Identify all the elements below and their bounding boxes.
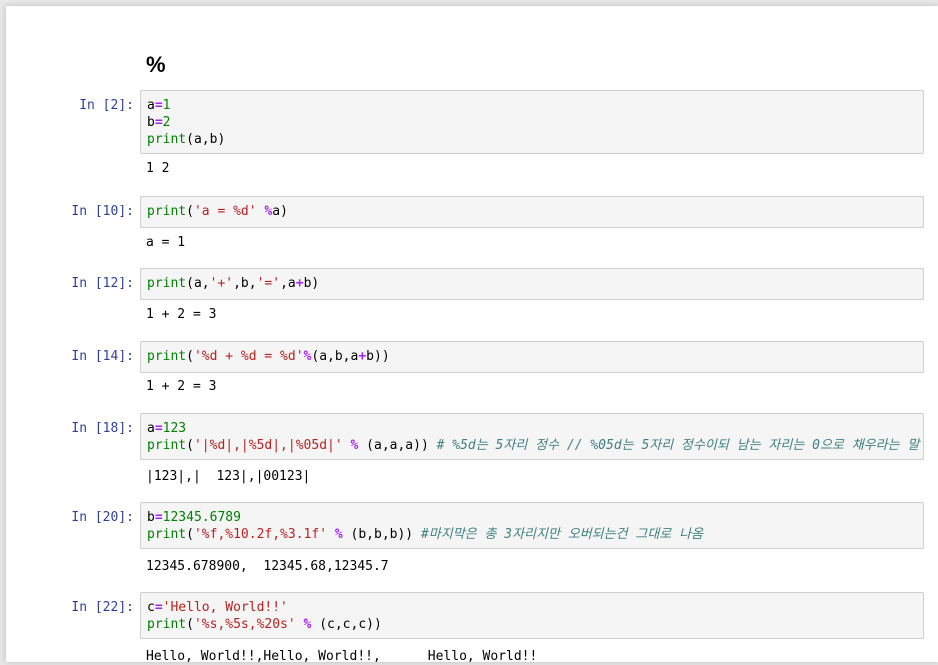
code-token: '%s,%5s,%20s'	[193, 617, 296, 632]
code-token: 12345.6789	[162, 510, 241, 525]
input-prompt: In [12]:	[71, 276, 134, 291]
cell-output: a = 1	[146, 235, 186, 250]
code-text[interactable]: c='Hello, World!!' print('%s,%5s,%20s' % …	[147, 599, 917, 633]
code-line: print('a = %d' %a)	[147, 203, 917, 220]
code-text[interactable]: b=12345.6789 print('%f,%10.2f,%3.1f' % (b…	[147, 509, 917, 543]
input-prompt: In [22]:	[71, 600, 134, 615]
input-prompt: In [20]:	[71, 510, 134, 525]
code-token: ,a	[280, 276, 296, 291]
code-token: '%f,%10.2f,%3.1f'	[193, 527, 328, 542]
code-text[interactable]: a=1 b=2 print(a,b)	[147, 97, 917, 148]
code-token: (a,	[186, 276, 210, 291]
code-token: '|%d|,|%5d|,|%05d|'	[193, 438, 343, 453]
code-token: '='	[256, 276, 281, 291]
code-token: +	[295, 276, 304, 291]
code-text[interactable]: print('%d + %d = %d'%(a,b,a+b))	[147, 348, 917, 365]
code-token: # %5d는 5자리 정수 // %05d는 5자리 정수이되 남는 자리는 0…	[436, 438, 920, 453]
code-token: b	[147, 510, 155, 525]
code-line: print('%s,%5s,%20s' % (c,c,c))	[147, 616, 917, 633]
code-token: b	[147, 115, 155, 130]
input-prompt: In [10]:	[71, 204, 134, 219]
code-line: print('%f,%10.2f,%3.1f' % (b,b,b)) #마지막은…	[147, 526, 917, 543]
code-input[interactable]: b=12345.6789 print('%f,%10.2f,%3.1f' % (b…	[140, 502, 924, 549]
cell-output: 12345.678900, 12345.68,12345.7	[146, 559, 389, 574]
code-token: b)	[303, 276, 320, 291]
code-token: =	[154, 510, 163, 525]
code-line: a=123	[147, 420, 917, 437]
code-token: print	[147, 617, 187, 632]
code-token: a)	[272, 204, 288, 219]
code-token: a	[147, 421, 155, 436]
code-line: c='Hello, World!!'	[147, 599, 917, 616]
code-token: #마지막은 총 3자리지만 오버되는건 그대로 나옴	[420, 527, 703, 542]
code-token: (	[186, 438, 194, 453]
code-token: (	[186, 527, 194, 542]
input-prompt: In [2]:	[79, 98, 134, 113]
code-token: ,b,	[233, 276, 257, 291]
code-text[interactable]: print(a,'+',b,'=',a+b)	[147, 275, 917, 292]
code-token: print	[147, 204, 187, 219]
code-token: (c,c,c))	[311, 617, 382, 632]
code-token: (a,a,a))	[358, 438, 437, 453]
cell-output: 1 + 2 = 3	[146, 379, 217, 394]
code-token: 'a = %d'	[193, 204, 257, 219]
code-token: (a,b)	[186, 132, 226, 147]
code-token: '+'	[209, 276, 234, 291]
code-token: print	[147, 276, 187, 291]
code-token: =	[154, 98, 163, 113]
code-text[interactable]: print('a = %d' %a)	[147, 203, 917, 220]
code-token: print	[147, 132, 187, 147]
code-token: (	[186, 617, 194, 632]
code-token: =	[154, 421, 163, 436]
code-token: =	[154, 115, 163, 130]
code-token: 'Hello, World!!'	[162, 600, 288, 615]
code-token: print	[147, 349, 187, 364]
code-text[interactable]: a=123 print('|%d|,|%5d|,|%05d|' % (a,a,a)…	[147, 420, 920, 454]
code-token: b))	[366, 349, 390, 364]
code-input[interactable]: c='Hello, World!!' print('%s,%5s,%20s' % …	[140, 592, 924, 639]
code-token: a	[147, 98, 155, 113]
input-prompt: In [14]:	[71, 349, 134, 364]
cell-output: |123|,| 123|,|00123|	[146, 469, 311, 484]
cell-output: 1 + 2 = 3	[146, 307, 217, 322]
code-line: print('|%d|,|%5d|,|%05d|' % (a,a,a)) # %…	[147, 437, 920, 454]
code-token: 123	[162, 421, 187, 436]
code-token: print	[147, 527, 187, 542]
code-input[interactable]: a=1 b=2 print(a,b)	[140, 90, 924, 154]
code-token: print	[147, 438, 187, 453]
code-input[interactable]: print('%d + %d = %d'%(a,b,a+b))	[140, 341, 924, 373]
notebook-page: % In [2]: a=1 b=2 print(a,b) 1 2 In [10]: prin…	[6, 6, 938, 664]
code-token: 1	[162, 98, 171, 113]
code-line: b=12345.6789	[147, 509, 917, 526]
cell-output: 1 2	[146, 161, 170, 176]
code-line: print(a,'+',b,'=',a+b)	[147, 275, 917, 292]
code-input[interactable]: a=123 print('|%d|,|%5d|,|%05d|' % (a,a,a)…	[140, 413, 924, 460]
input-prompt: In [18]:	[71, 421, 134, 436]
code-token: %	[334, 527, 343, 542]
code-token: =	[154, 600, 163, 615]
code-line: b=2	[147, 114, 917, 131]
code-token: 2	[162, 115, 171, 130]
code-token: (a,b,a	[311, 349, 359, 364]
code-input[interactable]: print('a = %d' %a)	[140, 196, 924, 228]
code-token: +	[358, 349, 367, 364]
code-input[interactable]: print(a,'+',b,'=',a+b)	[140, 268, 924, 300]
code-token: (	[186, 204, 194, 219]
code-token: (	[186, 349, 194, 364]
markdown-heading: %	[146, 52, 166, 77]
code-token: '%d + %d = %d'	[193, 349, 304, 364]
code-line: a=1	[147, 97, 917, 114]
code-token: c	[147, 600, 155, 615]
cell-output: Hello, World!!,Hello, World!!, Hello, Wo…	[146, 649, 538, 664]
code-line: print('%d + %d = %d'%(a,b,a+b))	[147, 348, 917, 365]
code-line: print(a,b)	[147, 131, 917, 148]
code-token: (b,b,b))	[342, 527, 421, 542]
